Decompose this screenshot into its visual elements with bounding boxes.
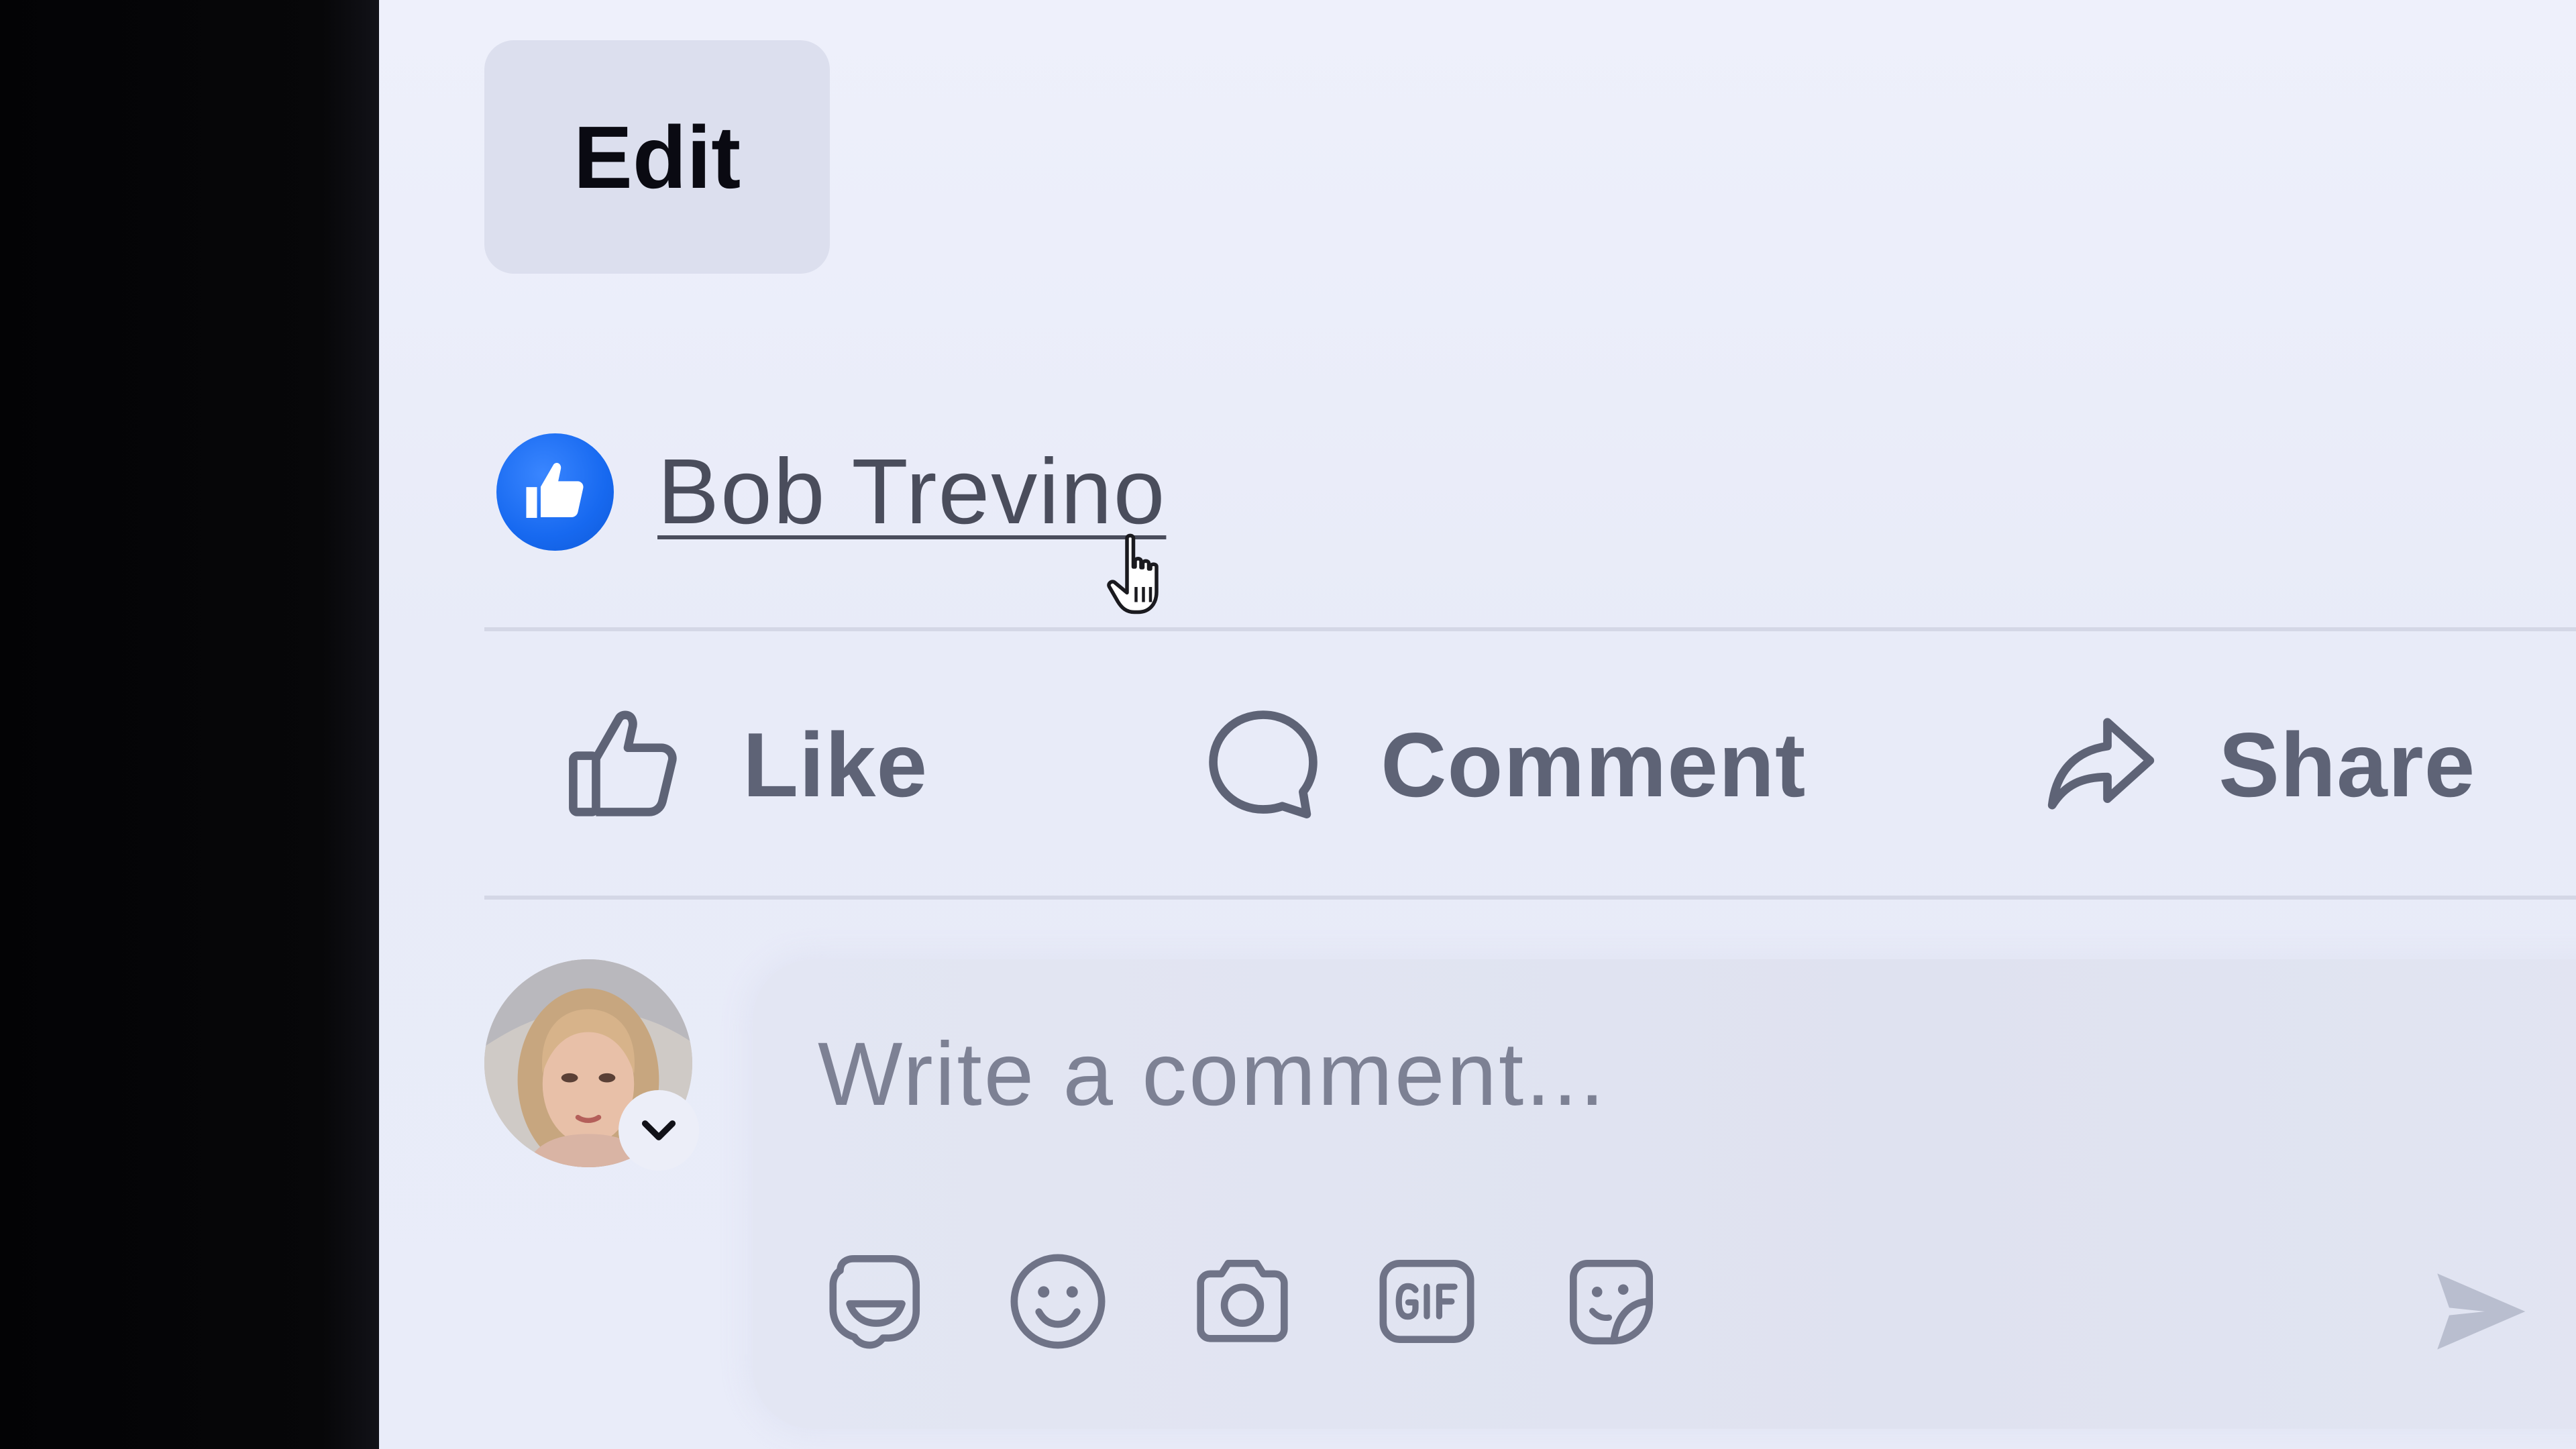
emoji-icon (1010, 1254, 1106, 1349)
send-button[interactable] (2423, 1254, 2537, 1368)
comment-label: Comment (1381, 714, 1807, 816)
monitor-bezel (0, 0, 379, 1449)
edit-button[interactable]: Edit (484, 40, 830, 274)
photo-button[interactable] (1185, 1244, 1299, 1358)
thumbs-up-outline-icon (569, 710, 677, 816)
sticker-icon (1570, 1260, 1653, 1345)
sticker-button[interactable] (1554, 1244, 1668, 1358)
share-arrow-icon (2048, 718, 2155, 810)
share-label: Share (2218, 714, 2476, 816)
reactions-row: Bob Trevino (496, 431, 1166, 552)
comment-tools (816, 1244, 1739, 1358)
avatar-sticker-icon (829, 1254, 920, 1349)
hand-pointer-cursor-icon (1107, 533, 1159, 614)
share-button[interactable]: Share (2037, 701, 2475, 828)
post-actions-bar: Like Comment Share (484, 684, 2576, 845)
gif-button[interactable] (1370, 1244, 1484, 1358)
chevron-down-icon (641, 1120, 676, 1140)
facebook-post-area: Edit Bob Trevino Like Comment Share Writ… (379, 0, 2576, 1449)
divider-bottom (484, 896, 2576, 900)
like-button[interactable]: Like (561, 701, 928, 828)
like-reaction-icon (496, 433, 614, 551)
liker-name-link[interactable]: Bob Trevino (657, 439, 1166, 545)
camera-icon (1197, 1260, 1288, 1342)
comment-input[interactable] (816, 1020, 2496, 1128)
emoji-button[interactable] (1001, 1244, 1115, 1358)
comment-box (753, 959, 2576, 1429)
send-icon (2437, 1273, 2526, 1350)
account-switch-button[interactable] (619, 1090, 699, 1171)
like-label: Like (743, 714, 928, 816)
comment-composer (484, 959, 2576, 1429)
avatar-sticker-button[interactable] (816, 1244, 930, 1358)
gif-icon (1379, 1260, 1474, 1343)
divider-top (484, 627, 2576, 631)
speech-bubble-icon (1209, 710, 1318, 818)
comment-button[interactable]: Comment (1199, 701, 1806, 828)
